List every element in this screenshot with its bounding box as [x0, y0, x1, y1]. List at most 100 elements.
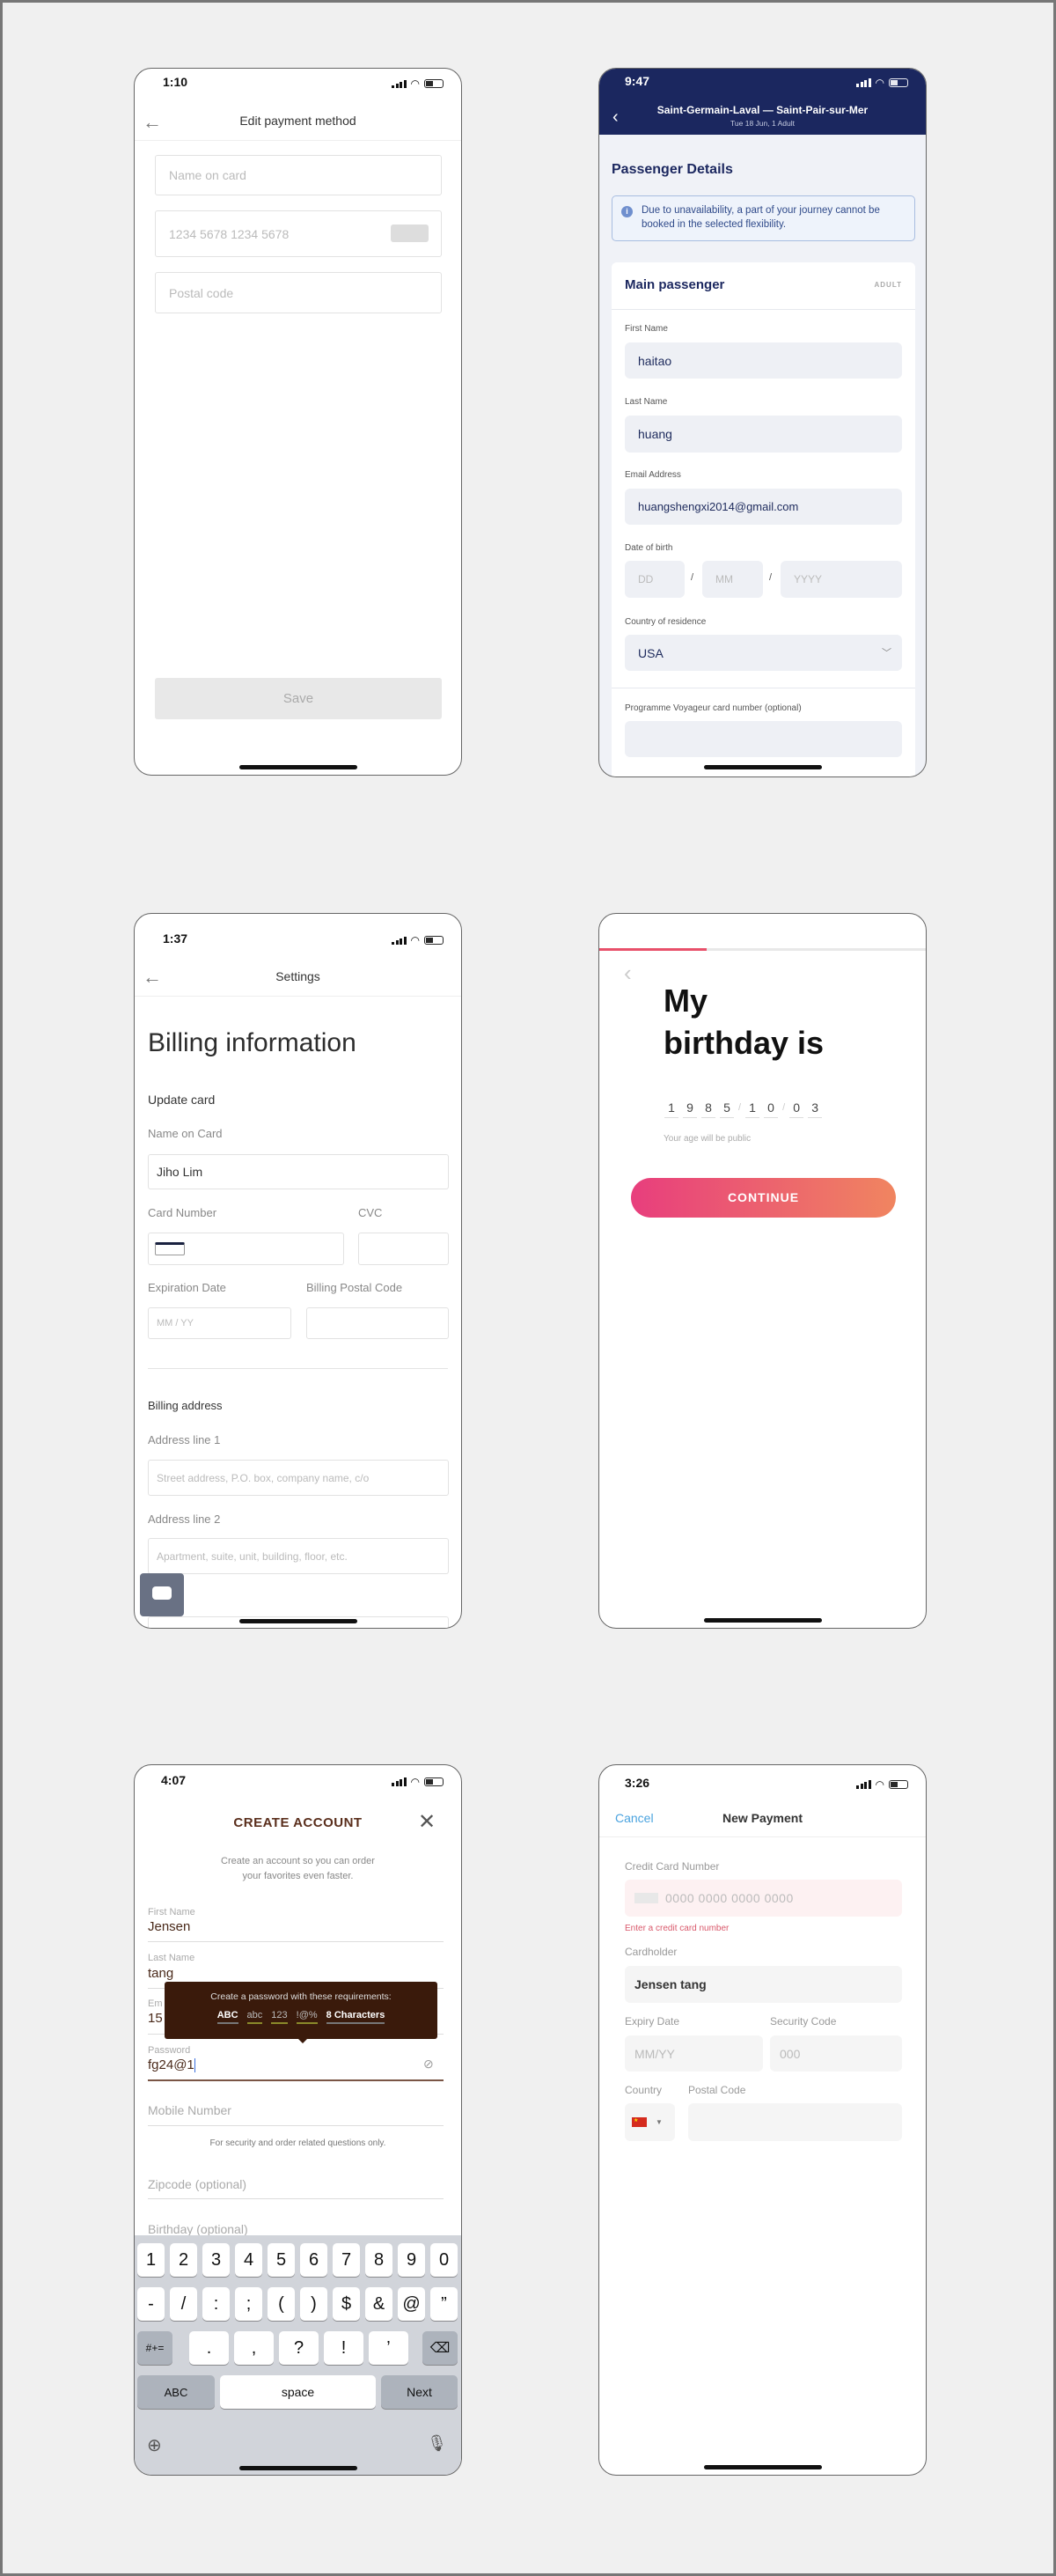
key-backspace[interactable]: ⌫: [422, 2331, 458, 2365]
billing-postal-input[interactable]: [306, 1307, 449, 1339]
key[interactable]: ’: [369, 2331, 408, 2365]
birthday-digit[interactable]: 3: [808, 1100, 823, 1118]
mobile-number-input[interactable]: Mobile Number: [148, 2103, 231, 2117]
globe-icon[interactable]: ⊕: [147, 2434, 162, 2456]
wifi-icon: ◠: [410, 934, 420, 946]
dob-separator: /: [769, 572, 773, 583]
key[interactable]: .: [189, 2331, 229, 2365]
cvc-input[interactable]: [358, 1233, 449, 1265]
key[interactable]: 7: [333, 2243, 360, 2277]
key[interactable]: ”: [430, 2287, 458, 2321]
home-indicator: [238, 1619, 357, 1623]
wifi-icon: ◠: [410, 1776, 420, 1788]
key[interactable]: /: [170, 2287, 197, 2321]
birthday-digit[interactable]: 5: [720, 1100, 734, 1118]
last-name-input[interactable]: huang: [625, 416, 902, 453]
header-divider: [135, 996, 461, 997]
key[interactable]: 9: [398, 2243, 425, 2277]
key[interactable]: :: [202, 2287, 230, 2321]
key-symbols-toggle[interactable]: #+=: [137, 2331, 172, 2365]
eye-hidden-icon[interactable]: ⊘: [423, 2057, 434, 2072]
key[interactable]: 2: [170, 2243, 197, 2277]
name-on-card-input[interactable]: Name on card: [155, 155, 442, 195]
close-icon[interactable]: ✕: [418, 1809, 436, 1835]
birthday-digit[interactable]: 8: [701, 1100, 715, 1118]
dob-month-input[interactable]: MM: [702, 561, 763, 598]
card-number-input[interactable]: [148, 1233, 344, 1265]
credit-card-number-input[interactable]: 0000 0000 0000 0000: [625, 1880, 902, 1917]
name-on-card-input[interactable]: Jiho Lim: [148, 1154, 449, 1189]
birthday-screen: ‹ My birthday is 1 9 8 5/1 0/0 3 Your age wil…: [598, 913, 927, 1629]
key[interactable]: ): [300, 2287, 327, 2321]
expiration-input[interactable]: MM / YY: [148, 1307, 291, 1339]
chat-button[interactable]: [140, 1573, 184, 1616]
email-input[interactable]: huangshengxi2014@gmail.com: [625, 489, 902, 525]
back-chevron-icon[interactable]: ‹: [624, 960, 632, 987]
birthday-digit[interactable]: 1: [745, 1100, 760, 1118]
key[interactable]: @: [398, 2287, 425, 2321]
key[interactable]: 4: [235, 2243, 262, 2277]
save-button[interactable]: Save: [155, 678, 442, 719]
key[interactable]: (: [268, 2287, 295, 2321]
birthday-digit[interactable]: 1: [664, 1100, 678, 1118]
continue-button[interactable]: CONTINUE: [631, 1178, 896, 1218]
birthday-input[interactable]: Birthday (optional): [148, 2222, 248, 2236]
key[interactable]: 8: [365, 2243, 392, 2277]
dob-day-input[interactable]: DD: [625, 561, 685, 598]
country-select[interactable]: ★ ▼: [625, 2103, 675, 2141]
progress-track[interactable]: [599, 948, 926, 951]
key[interactable]: ;: [235, 2287, 262, 2321]
key[interactable]: 1: [137, 2243, 165, 2277]
home-indicator: [238, 2466, 357, 2470]
birthday-digit-inputs: 1 9 8 5/1 0/0 3: [664, 1100, 823, 1118]
expiry-date-input[interactable]: MM/YY: [625, 2035, 763, 2072]
cardholder-input[interactable]: Jensen tang: [625, 1966, 902, 2003]
cc-placeholder: 0000 0000 0000 0000: [665, 1891, 794, 1905]
microphone-icon[interactable]: 🎙: [427, 2434, 447, 2453]
key[interactable]: 0: [430, 2243, 458, 2277]
header-divider: [599, 1836, 926, 1837]
card-number-placeholder: 1234 5678 1234 5678: [169, 226, 290, 241]
last-name-input[interactable]: tang: [148, 1966, 173, 1981]
postal-code-input[interactable]: Postal code: [155, 272, 442, 313]
card-number-label: Card Number: [148, 1206, 217, 1219]
key[interactable]: ,: [234, 2331, 274, 2365]
birthday-digit[interactable]: 0: [764, 1100, 779, 1118]
birthday-digit[interactable]: 0: [789, 1100, 804, 1118]
country-select[interactable]: USA ﹀: [625, 635, 902, 671]
keyboard-row-punctuation: #+= .,?!’ ⌫: [137, 2331, 458, 2365]
first-name-input[interactable]: haitao: [625, 342, 902, 379]
dob-year-input[interactable]: YYYY: [781, 561, 902, 598]
country-value: USA: [638, 645, 664, 660]
key[interactable]: -: [137, 2287, 165, 2321]
address-line-1-input[interactable]: Street address, P.O. box, company name, …: [148, 1460, 449, 1496]
page-title: Edit payment method: [239, 114, 356, 128]
card-number-input[interactable]: 1234 5678 1234 5678: [155, 210, 442, 257]
key[interactable]: !: [324, 2331, 363, 2365]
country-label: Country: [625, 2084, 663, 2096]
header-divider: [135, 140, 461, 141]
section-divider: [148, 1368, 448, 1369]
key[interactable]: 3: [202, 2243, 230, 2277]
postal-code-input[interactable]: [688, 2103, 902, 2141]
key[interactable]: 6: [300, 2243, 327, 2277]
birthday-digit[interactable]: 9: [683, 1100, 697, 1118]
email-input[interactable]: 15: [148, 2011, 163, 2026]
key[interactable]: $: [333, 2287, 360, 2321]
key[interactable]: ?: [279, 2331, 319, 2365]
credit-card-icon: [391, 224, 429, 242]
voyageur-card-input[interactable]: [625, 721, 902, 757]
key-space[interactable]: space: [220, 2375, 376, 2409]
keyboard: 1234567890 - /:;() $ & @” #+= .,?!’ ⌫ ABC sp…: [135, 2235, 461, 2475]
header-title: Settings: [275, 969, 320, 983]
key-next[interactable]: Next: [381, 2375, 458, 2409]
key-abc[interactable]: ABC: [137, 2375, 215, 2409]
address-line-2-input[interactable]: Apartment, suite, unit, building, floor,…: [148, 1538, 449, 1574]
date-separator: /: [738, 1102, 742, 1113]
key[interactable]: &: [365, 2287, 392, 2321]
password-input[interactable]: fg24@1: [148, 2057, 196, 2073]
zipcode-input[interactable]: Zipcode (optional): [148, 2177, 246, 2191]
key[interactable]: 5: [268, 2243, 295, 2277]
security-code-input[interactable]: 000: [770, 2035, 902, 2072]
first-name-input[interactable]: Jensen: [148, 1919, 190, 1934]
